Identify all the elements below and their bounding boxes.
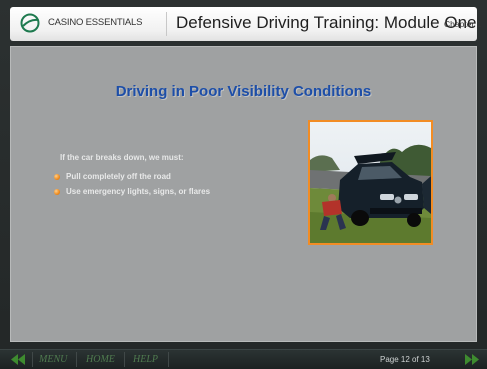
- bullet-item: Use emergency lights, signs, or flares: [54, 184, 210, 199]
- footer-separator: [76, 352, 77, 367]
- bullet-icon: [54, 173, 60, 180]
- slide-content: Driving in Poor Visibility Conditions If…: [10, 46, 477, 342]
- footer-navigation: MENU HOME HELP Page 12 of 13: [0, 349, 487, 369]
- slide-intro: If the car breaks down, we must:: [60, 153, 184, 162]
- bullet-icon: [54, 188, 60, 195]
- casino-essentials-logo-icon: [20, 13, 40, 33]
- help-link[interactable]: HELP: [133, 354, 158, 365]
- bullet-list: Pull completely off the road Use emergen…: [54, 169, 210, 199]
- footer-separator: [32, 352, 33, 367]
- slide-title: Driving in Poor Visibility Conditions: [115, 83, 372, 100]
- page-counter: Page 12 of 13: [380, 355, 430, 364]
- header-bar: CASINO ESSENTIALS Defensive Driving Trai…: [10, 7, 481, 41]
- previous-button-icon[interactable]: [10, 353, 26, 366]
- footer-separator: [124, 352, 125, 367]
- footer-separator: [168, 352, 169, 367]
- chapter-label: Chapter 1: [444, 19, 482, 29]
- logo-text: CASINO ESSENTIALS: [48, 17, 143, 28]
- bullet-text: Pull completely off the road: [66, 172, 171, 181]
- course-player-window: CASINO ESSENTIALS Defensive Driving Trai…: [0, 0, 487, 369]
- next-button-icon[interactable]: [464, 353, 480, 366]
- home-link[interactable]: HOME: [86, 354, 115, 365]
- bullet-item: Pull completely off the road: [54, 169, 210, 184]
- header-divider: [166, 12, 167, 36]
- course-title: Defensive Driving Training: Module One: [176, 13, 477, 32]
- car-photo-illustration: [310, 122, 431, 243]
- broken-down-car-photo: [308, 120, 433, 245]
- bullet-text: Use emergency lights, signs, or flares: [66, 187, 211, 196]
- menu-link[interactable]: MENU: [39, 354, 67, 365]
